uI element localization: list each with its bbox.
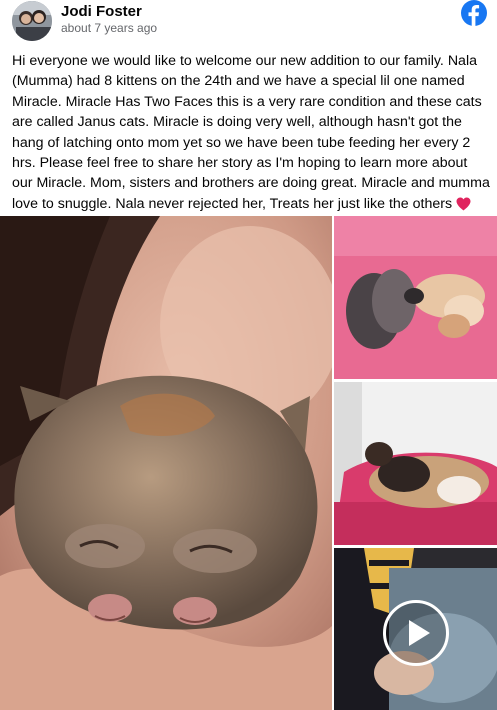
video-thumbnail[interactable] bbox=[334, 548, 497, 710]
mother-cat-photo[interactable] bbox=[334, 382, 497, 545]
author-name[interactable]: Jodi Foster bbox=[61, 3, 142, 20]
avatar[interactable] bbox=[12, 1, 52, 41]
main-photo[interactable] bbox=[0, 216, 332, 710]
facebook-logo-icon[interactable] bbox=[461, 0, 487, 26]
post-header: Jodi Foster about 7 years ago bbox=[0, 0, 497, 46]
post-body: Hi everyone we would like to welcome our… bbox=[12, 53, 490, 212]
post-text: Hi everyone we would like to welcome our… bbox=[12, 51, 490, 214]
kittens-blanket-photo[interactable] bbox=[334, 216, 497, 379]
post-timestamp[interactable]: about 7 years ago bbox=[61, 21, 157, 35]
kitten-photo bbox=[0, 216, 332, 710]
mother-cat-on-bed bbox=[334, 382, 497, 545]
photo-grid bbox=[0, 216, 497, 710]
play-button[interactable] bbox=[383, 600, 449, 666]
red-heart-icon bbox=[456, 197, 471, 211]
play-icon bbox=[409, 620, 430, 646]
avatar-photo bbox=[12, 1, 52, 41]
kittens-on-blanket bbox=[334, 216, 497, 379]
